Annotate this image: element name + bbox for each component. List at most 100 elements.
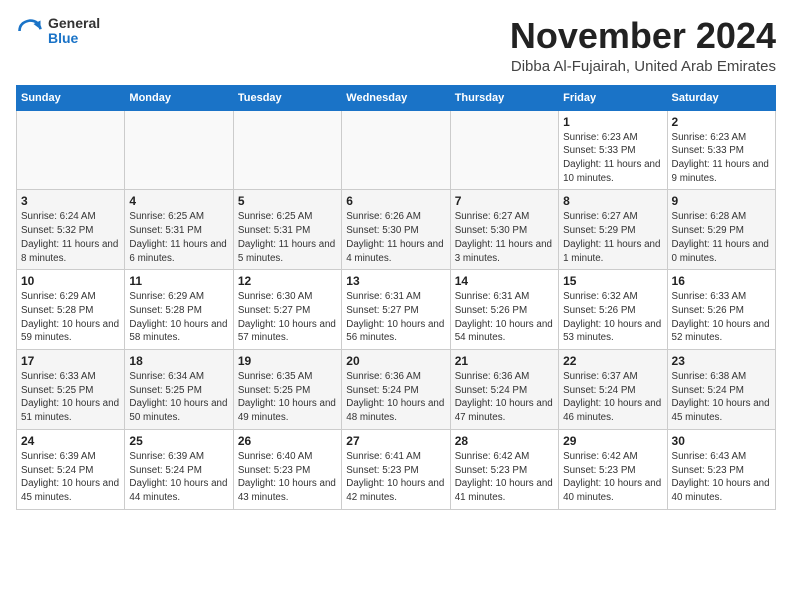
calendar-week-4: 17Sunrise: 6:33 AMSunset: 5:25 PMDayligh… — [17, 350, 776, 430]
day-info: Sunrise: 6:42 AMSunset: 5:23 PMDaylight:… — [455, 450, 554, 505]
day-info: Sunrise: 6:40 AMSunset: 5:23 PMDaylight:… — [238, 450, 337, 505]
day-number: 5 — [238, 194, 337, 208]
calendar-cell: 10 Sunrise: 6:29 AMSunset: 5:28 PMDayligh… — [17, 270, 125, 350]
calendar-cell: 26Sunrise: 6:40 AMSunset: 5:23 PMDayligh… — [233, 429, 341, 509]
day-info: Sunrise: 6:37 AMSunset: 5:24 PMDaylight:… — [563, 370, 662, 425]
calendar-body: 1 Sunrise: 6:23 AMSunset: 5:33 PMDaylight… — [17, 110, 776, 509]
calendar-cell — [233, 110, 341, 190]
day-info: Sunrise: 6:42 AMSunset: 5:23 PMDaylight:… — [563, 450, 662, 505]
day-info: Sunrise: 6:29 AMSunset: 5:28 PMDaylight:… — [21, 290, 120, 345]
day-number: 9 — [672, 194, 771, 208]
calendar-cell: 7 Sunrise: 6:27 AMSunset: 5:30 PMDaylight… — [450, 190, 558, 270]
day-number: 30 — [672, 434, 771, 448]
day-number: 22 — [563, 354, 662, 368]
weekday-header-tuesday: Tuesday — [233, 85, 341, 110]
calendar-cell — [342, 110, 450, 190]
day-info: Sunrise: 6:24 AMSunset: 5:32 PMDaylight:… — [21, 210, 120, 265]
calendar-cell: 29 Sunrise: 6:42 AMSunset: 5:23 PMDayligh… — [559, 429, 667, 509]
day-info: Sunrise: 6:25 AMSunset: 5:31 PMDaylight:… — [238, 210, 337, 265]
calendar-cell: 3Sunrise: 6:24 AMSunset: 5:32 PMDaylight… — [17, 190, 125, 270]
day-number: 11 — [129, 274, 228, 288]
calendar-cell: 15 Sunrise: 6:32 AMSunset: 5:26 PMDayligh… — [559, 270, 667, 350]
logo-text: General Blue — [48, 16, 100, 47]
calendar-cell: 20Sunrise: 6:36 AMSunset: 5:24 PMDayligh… — [342, 350, 450, 430]
month-title: November 2024 — [510, 16, 776, 56]
calendar-cell: 2Sunrise: 6:23 AMSunset: 5:33 PMDaylight… — [667, 110, 775, 190]
day-info: Sunrise: 6:39 AMSunset: 5:24 PMDaylight:… — [21, 450, 120, 505]
day-info: Sunrise: 6:32 AMSunset: 5:26 PMDaylight:… — [563, 290, 662, 345]
day-info: Sunrise: 6:28 AMSunset: 5:29 PMDaylight:… — [672, 210, 771, 265]
calendar-cell: 27Sunrise: 6:41 AMSunset: 5:23 PMDayligh… — [342, 429, 450, 509]
weekday-row: SundayMondayTuesdayWednesdayThursdayFrid… — [17, 85, 776, 110]
day-info: Sunrise: 6:36 AMSunset: 5:24 PMDaylight:… — [455, 370, 554, 425]
day-number: 21 — [455, 354, 554, 368]
day-info: Sunrise: 6:31 AMSunset: 5:27 PMDaylight:… — [346, 290, 445, 345]
day-info: Sunrise: 6:36 AMSunset: 5:24 PMDaylight:… — [346, 370, 445, 425]
calendar-cell: 23Sunrise: 6:38 AMSunset: 5:24 PMDayligh… — [667, 350, 775, 430]
calendar-cell: 8 Sunrise: 6:27 AMSunset: 5:29 PMDaylight… — [559, 190, 667, 270]
title-block: November 2024 Dibba Al-Fujairah, United … — [510, 16, 776, 75]
calendar-cell: 19Sunrise: 6:35 AMSunset: 5:25 PMDayligh… — [233, 350, 341, 430]
day-number: 13 — [346, 274, 445, 288]
calendar-cell: 4Sunrise: 6:25 AMSunset: 5:31 PMDaylight… — [125, 190, 233, 270]
weekday-header-monday: Monday — [125, 85, 233, 110]
calendar-cell: 5 Sunrise: 6:25 AMSunset: 5:31 PMDaylight… — [233, 190, 341, 270]
day-info: Sunrise: 6:39 AMSunset: 5:24 PMDaylight:… — [129, 450, 228, 505]
logo-blue: Blue — [48, 31, 100, 46]
day-number: 7 — [455, 194, 554, 208]
day-number: 25 — [129, 434, 228, 448]
day-number: 4 — [129, 194, 228, 208]
calendar-cell: 17Sunrise: 6:33 AMSunset: 5:25 PMDayligh… — [17, 350, 125, 430]
calendar-cell: 13 Sunrise: 6:31 AMSunset: 5:27 PMDayligh… — [342, 270, 450, 350]
weekday-header-sunday: Sunday — [17, 85, 125, 110]
calendar-cell: 16Sunrise: 6:33 AMSunset: 5:26 PMDayligh… — [667, 270, 775, 350]
calendar-cell: 24 Sunrise: 6:39 AMSunset: 5:24 PMDayligh… — [17, 429, 125, 509]
day-info: Sunrise: 6:43 AMSunset: 5:23 PMDaylight:… — [672, 450, 771, 505]
weekday-header-thursday: Thursday — [450, 85, 558, 110]
calendar-cell: 30 Sunrise: 6:43 AMSunset: 5:23 PMDayligh… — [667, 429, 775, 509]
day-number: 28 — [455, 434, 554, 448]
page-header: General Blue November 2024 Dibba Al-Fuja… — [16, 16, 776, 75]
logo-icon — [16, 17, 44, 45]
day-number: 8 — [563, 194, 662, 208]
calendar-week-3: 10 Sunrise: 6:29 AMSunset: 5:28 PMDayligh… — [17, 270, 776, 350]
location-subtitle: Dibba Al-Fujairah, United Arab Emirates — [510, 58, 776, 75]
day-info: Sunrise: 6:38 AMSunset: 5:24 PMDaylight:… — [672, 370, 771, 425]
calendar-week-1: 1 Sunrise: 6:23 AMSunset: 5:33 PMDaylight… — [17, 110, 776, 190]
day-number: 19 — [238, 354, 337, 368]
day-number: 10 — [21, 274, 120, 288]
calendar-week-5: 24 Sunrise: 6:39 AMSunset: 5:24 PMDayligh… — [17, 429, 776, 509]
calendar-cell: 22 Sunrise: 6:37 AMSunset: 5:24 PMDayligh… — [559, 350, 667, 430]
calendar-cell: 11Sunrise: 6:29 AMSunset: 5:28 PMDayligh… — [125, 270, 233, 350]
day-info: Sunrise: 6:30 AMSunset: 5:27 PMDaylight:… — [238, 290, 337, 345]
weekday-header-friday: Friday — [559, 85, 667, 110]
day-info: Sunrise: 6:33 AMSunset: 5:26 PMDaylight:… — [672, 290, 771, 345]
day-info: Sunrise: 6:27 AMSunset: 5:30 PMDaylight:… — [455, 210, 554, 265]
day-number: 29 — [563, 434, 662, 448]
day-number: 6 — [346, 194, 445, 208]
calendar-cell: 6 Sunrise: 6:26 AMSunset: 5:30 PMDaylight… — [342, 190, 450, 270]
calendar-cell — [17, 110, 125, 190]
calendar-table: SundayMondayTuesdayWednesdayThursdayFrid… — [16, 85, 776, 510]
day-number: 12 — [238, 274, 337, 288]
weekday-header-wednesday: Wednesday — [342, 85, 450, 110]
day-number: 15 — [563, 274, 662, 288]
calendar-cell: 18Sunrise: 6:34 AMSunset: 5:25 PMDayligh… — [125, 350, 233, 430]
calendar-cell: 9 Sunrise: 6:28 AMSunset: 5:29 PMDaylight… — [667, 190, 775, 270]
day-info: Sunrise: 6:34 AMSunset: 5:25 PMDaylight:… — [129, 370, 228, 425]
day-number: 17 — [21, 354, 120, 368]
day-info: Sunrise: 6:41 AMSunset: 5:23 PMDaylight:… — [346, 450, 445, 505]
calendar-cell: 21 Sunrise: 6:36 AMSunset: 5:24 PMDayligh… — [450, 350, 558, 430]
day-info: Sunrise: 6:27 AMSunset: 5:29 PMDaylight:… — [563, 210, 662, 265]
calendar-cell — [125, 110, 233, 190]
calendar-cell: 28 Sunrise: 6:42 AMSunset: 5:23 PMDayligh… — [450, 429, 558, 509]
day-info: Sunrise: 6:23 AMSunset: 5:33 PMDaylight:… — [563, 131, 662, 186]
day-info: Sunrise: 6:23 AMSunset: 5:33 PMDaylight:… — [672, 131, 771, 186]
calendar-cell: 14Sunrise: 6:31 AMSunset: 5:26 PMDayligh… — [450, 270, 558, 350]
day-number: 1 — [563, 115, 662, 129]
calendar-cell: 25 Sunrise: 6:39 AMSunset: 5:24 PMDayligh… — [125, 429, 233, 509]
day-info: Sunrise: 6:26 AMSunset: 5:30 PMDaylight:… — [346, 210, 445, 265]
day-number: 24 — [21, 434, 120, 448]
calendar-header: SundayMondayTuesdayWednesdayThursdayFrid… — [17, 85, 776, 110]
calendar-cell: 12 Sunrise: 6:30 AMSunset: 5:27 PMDayligh… — [233, 270, 341, 350]
